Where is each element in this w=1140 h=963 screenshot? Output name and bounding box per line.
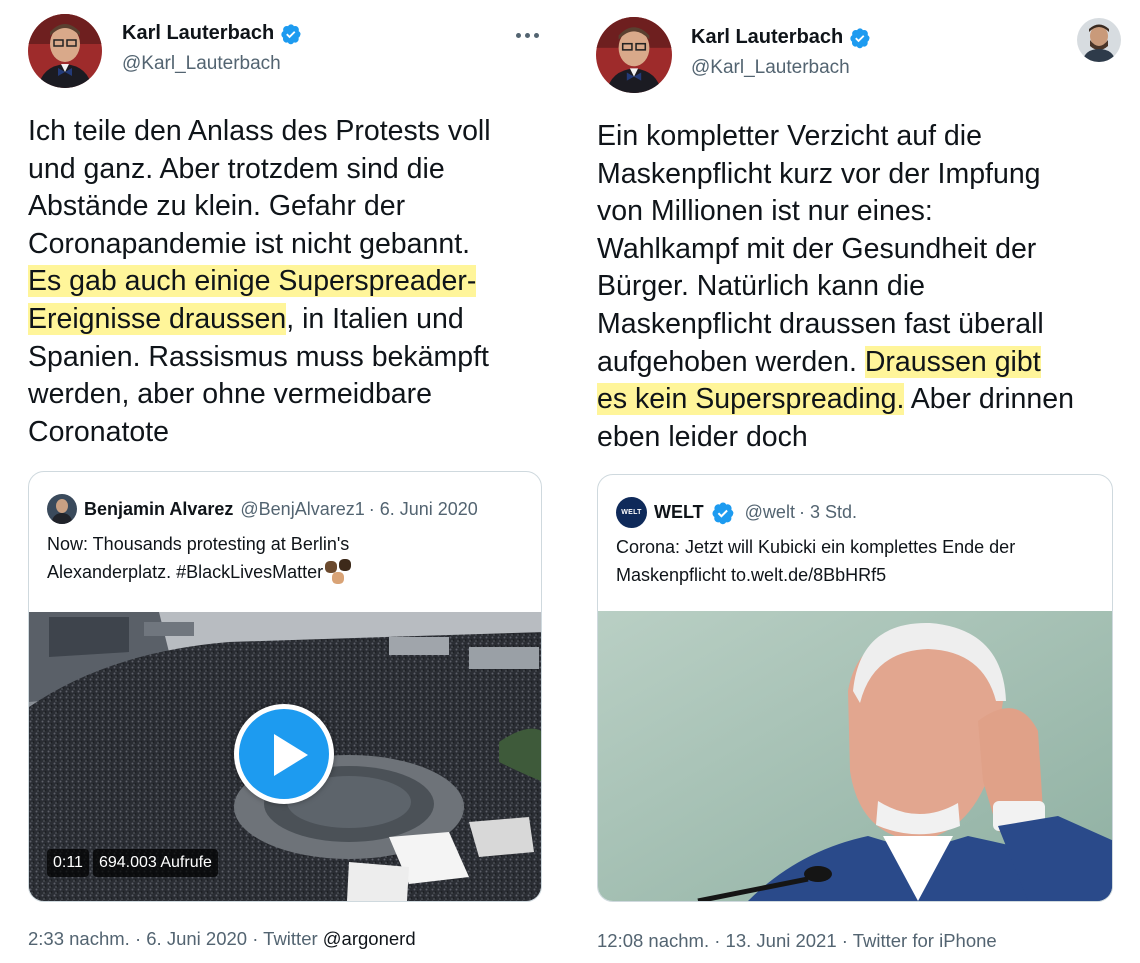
watermark-handle: @argonerd <box>322 928 416 949</box>
quoted-date[interactable]: · 3 Std. <box>799 502 857 523</box>
quoted-avatar[interactable] <box>47 494 77 524</box>
welt-logo-text: WELT <box>621 509 642 516</box>
text-line: Bürger. Natürlich kann die <box>597 270 925 303</box>
author-handle[interactable]: @Karl_Lauterbach <box>691 57 850 79</box>
quoted-text-line: Alexanderplatz. #BlackLivesMatter <box>47 558 527 586</box>
text-line: eben leider doch <box>597 420 808 453</box>
video-player[interactable]: 0:11 694.003 Aufrufe <box>29 612 541 901</box>
quoted-author-name[interactable]: WELT <box>654 502 704 523</box>
text-line: Es gab auch einige Superspreader- <box>28 263 558 301</box>
highlighted-text: Es gab auch einige Superspreader- <box>28 265 477 298</box>
play-button[interactable] <box>234 704 334 804</box>
highlighted-text: es kein Superspreading. <box>597 383 905 416</box>
fist-emoji-icon <box>323 559 357 585</box>
text-line: von Millionen ist nur eines: <box>597 195 933 228</box>
timestamp-source[interactable]: 2:33 nachm. · 6. Juni 2020 · Twitter <box>28 928 318 949</box>
video-info-badge: 0:11 694.003 Aufrufe <box>47 849 218 877</box>
text-line: aufgehoben werden. Draussen gibt <box>597 344 1137 382</box>
text-line: Ein kompletter Verzicht auf die <box>597 120 982 152</box>
author-name[interactable]: Karl Lauterbach <box>122 22 274 45</box>
video-duration: 0:11 <box>47 849 89 877</box>
text-line: Coronatote <box>28 415 170 448</box>
text-line: Abstände zu klein. Gefahr der <box>28 190 406 223</box>
tweet-footer: 12:08 nachm. · 13. Juni 2021 · Twitter f… <box>597 930 997 952</box>
verified-badge-icon <box>850 27 870 48</box>
author-name-row[interactable]: Karl Lauterbach <box>691 26 871 49</box>
author-avatar[interactable] <box>596 17 672 93</box>
quoted-date[interactable]: · 6. Juni 2020 <box>369 499 478 520</box>
text-span: aufgehoben werden. <box>597 345 857 378</box>
quoted-text-span: Alexanderplatz. #BlackLivesMatter <box>47 562 324 582</box>
viewer-avatar[interactable] <box>1077 18 1121 62</box>
tweet-footer: 2:33 nachm. · 6. Juni 2020 · Twitter @ar… <box>28 928 416 950</box>
author-name-row[interactable]: Karl Lauterbach <box>122 22 302 45</box>
play-icon <box>274 734 308 776</box>
text-span: Aber drinnen <box>910 383 1074 416</box>
author-name[interactable]: Karl Lauterbach <box>691 26 843 49</box>
quoted-tweet-header: Benjamin Alvarez @BenjAlvarez1 · 6. Juni… <box>47 494 478 524</box>
verified-badge-icon <box>281 23 301 44</box>
quoted-author-handle[interactable]: @welt <box>745 502 795 523</box>
text-span: , in Italien und <box>286 302 464 335</box>
tweet-text: Ein kompletter Verzicht auf die Maskenpf… <box>597 118 1137 456</box>
quoted-author-handle[interactable]: @BenjAlvarez1 <box>240 499 364 520</box>
quoted-tweet[interactable]: WELT WELT @welt · 3 Std. Corona: Jetzt w… <box>597 474 1113 902</box>
quoted-text-line: Maskenpflicht to.welt.de/8BbHRf5 <box>616 565 887 585</box>
text-line: werden, aber ohne vermeidbare <box>28 378 432 411</box>
text-line: Spanien. Rassismus muss bekämpft <box>28 340 489 373</box>
text-line: Maskenpflicht kurz vor der Impfung <box>597 157 1041 190</box>
verified-badge-icon <box>712 502 734 524</box>
text-line: Coronapandemie ist nicht gebannt. <box>28 227 471 260</box>
more-options-icon[interactable] <box>516 33 539 38</box>
kubicki-photo <box>598 611 1112 901</box>
text-line: Maskenpflicht draussen fast überall <box>597 307 1044 340</box>
highlighted-text: Ereignisse draussen <box>28 302 287 335</box>
video-views: 694.003 Aufrufe <box>92 849 218 877</box>
article-image[interactable] <box>598 611 1112 901</box>
quoted-tweet-header: WELT WELT @welt · 3 Std. <box>616 497 857 528</box>
text-line: Wahlkampf mit der Gesundheit der <box>597 232 1037 265</box>
quoted-tweet[interactable]: Benjamin Alvarez @BenjAlvarez1 · 6. Juni… <box>28 471 542 902</box>
highlighted-text: Draussen gibt <box>864 345 1041 378</box>
text-line: es kein Superspreading. Aber drinnen <box>597 381 1137 419</box>
author-avatar[interactable] <box>28 14 102 88</box>
quoted-text-line: Now: Thousands protesting at Berlin's <box>47 534 350 554</box>
text-line: Ich teile den Anlass des Protests voll <box>28 115 491 147</box>
author-handle[interactable]: @Karl_Lauterbach <box>122 53 281 75</box>
quoted-text-line: Corona: Jetzt will Kubicki ein komplette… <box>616 537 1016 557</box>
tweet-right: Karl Lauterbach @Karl_Lauterbach Ein kom… <box>570 0 1140 963</box>
tweet-text: Ich teile den Anlass des Protests voll u… <box>28 113 558 451</box>
quoted-text: Now: Thousands protesting at Berlin's Al… <box>47 530 527 586</box>
timestamp-source[interactable]: 12:08 nachm. · 13. Juni 2021 · Twitter f… <box>597 930 997 951</box>
quoted-author-name[interactable]: Benjamin Alvarez <box>84 499 233 520</box>
welt-logo-avatar[interactable]: WELT <box>616 497 647 528</box>
text-line: und ganz. Aber trotzdem sind die <box>28 152 445 185</box>
quoted-text: Corona: Jetzt will Kubicki ein komplette… <box>616 533 1106 589</box>
tweet-left: Karl Lauterbach @Karl_Lauterbach Ich tei… <box>0 0 565 963</box>
text-line: Ereignisse draussen, in Italien und <box>28 301 558 339</box>
